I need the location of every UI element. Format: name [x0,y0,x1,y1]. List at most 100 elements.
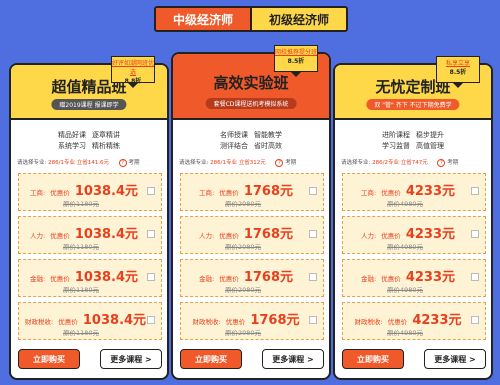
feature-item: 智能教学 [254,131,282,139]
option-prefix: 优惠价 [381,232,401,240]
option-checkbox[interactable] [309,316,317,324]
major-option-jinrong[interactable]: 金融: 优惠价 1038.4元 原价1180元 [18,259,162,297]
option-prefix: 优惠价 [50,232,70,240]
exam-period-link[interactable]: 考期 [447,160,458,166]
feature-item: 名师授课 [220,131,248,139]
major-option-renli[interactable]: 人力: 优惠价 4233元 原价4980元 [342,216,486,254]
option-original-price: 原价2080元 [225,286,262,294]
option-prefix: 优惠价 [219,232,239,240]
option-prefix: 优惠价 [50,189,70,197]
select-label: 请选择专业: [17,160,47,166]
discount-ribbon: 好评如潮网班优选 8.8折 [111,56,155,85]
tab-junior-economist[interactable]: 初级经济师 [250,8,346,30]
more-courses-button[interactable]: 更多课程 > [262,349,324,369]
option-price: 4233元 [405,270,456,285]
option-checkbox[interactable] [309,187,317,195]
option-name: 金融: [360,275,377,283]
option-prefix: 优惠价 [387,318,408,326]
tab-intermediate-economist[interactable]: 中级经济师 [156,8,250,30]
major-option-renli[interactable]: 人力: 优惠价 1038.4元 原价1180元 [18,216,162,254]
option-price: 1038.4元 [74,184,139,199]
option-checkbox[interactable] [471,316,479,324]
option-checkbox[interactable] [147,187,155,195]
major-option-jinrong[interactable]: 金融: 优惠价 4233元 原价4980元 [342,259,486,297]
select-price-summary: 286/2专业 立省747元 [372,160,428,166]
buy-now-button[interactable]: 立即购买 [180,349,242,369]
option-checkbox[interactable] [471,187,479,195]
option-original-price: 原价1180元 [63,286,100,294]
major-option-caizheng[interactable]: 财政税收: 优惠价 1038.4元 原价1180元 [18,302,162,340]
feature-list: 进阶课程 稳步提升 学习监督 高值管理 [335,130,491,152]
option-original-price: 原价4980元 [387,329,424,337]
option-price: 1768元 [243,184,294,199]
major-select-line: 请选择专业: 286/1专业 立省141.6元 ? 考期 [17,158,161,167]
option-name: 财政税收: [25,318,54,326]
more-courses-button[interactable]: 更多课程 > [100,349,162,369]
option-name: 人力: [360,232,377,240]
feature-item: 逐章精讲 [92,131,120,139]
option-name: 人力: [198,232,215,240]
option-checkbox[interactable] [471,230,479,238]
option-prefix: 优惠价 [50,275,70,283]
major-option-gongshang[interactable]: 工商: 优惠价 1038.4元 原价1180元 [18,173,162,211]
ribbon-tagline: 好评如潮网班优选 [112,60,155,76]
exam-period-link[interactable]: 考期 [128,160,139,166]
option-price: 1768元 [243,270,294,285]
option-checkbox[interactable] [147,316,155,324]
option-price: 4233元 [405,184,456,199]
feature-item: 稳步提升 [416,131,444,139]
help-icon[interactable]: ? [437,158,446,167]
option-name: 财政税收: [354,318,383,326]
package-card-premium: 超值精品班 赠2019课程 报课即学 精品好课 逐章精讲 系统学习 精析精练 请选择… [9,63,169,380]
option-original-price: 原价1180元 [63,243,100,251]
package-card-worry-free: 无忧定制班 双 "管" 齐下 不过下期免费学 进阶课程 稳步提升 学习监督 高值管理… [333,63,493,380]
select-label: 请选择专业: [341,160,371,166]
major-option-gongshang[interactable]: 工商: 优惠价 1768元 原价2080元 [180,173,324,211]
option-name: 金融: [29,275,46,283]
option-name: 工商: [29,189,46,197]
package-card-efficient: 高效实验班 套餐CD课程送机考模拟系统 名师授课 智能教学 测评结合 省时高效 请选… [171,52,331,380]
option-checkbox[interactable] [471,273,479,281]
option-checkbox[interactable] [147,273,155,281]
option-prefix: 优惠价 [225,318,246,326]
feature-list: 名师授课 智能教学 测评结合 省时高效 [173,130,329,152]
exam-period-link[interactable]: 考期 [285,160,296,166]
option-price: 1768元 [250,313,300,328]
major-option-gongshang[interactable]: 工商: 优惠价 4233元 原价4980元 [342,173,486,211]
option-original-price: 原价4980元 [387,286,424,294]
option-price: 1038.4元 [74,270,139,285]
buy-now-button[interactable]: 立即购买 [18,349,80,369]
option-original-price: 原价1180元 [63,200,100,208]
discount-ribbon: 私享立享 8.5折 [436,56,480,83]
option-original-price: 原价4980元 [387,243,424,251]
option-name: 财政税收: [192,318,221,326]
select-label: 请选择专业: [179,160,209,166]
major-option-jinrong[interactable]: 金融: 优惠价 1768元 原价2080元 [180,259,324,297]
option-original-price: 原价2080元 [225,243,262,251]
option-checkbox[interactable] [309,273,317,281]
option-checkbox[interactable] [147,230,155,238]
option-original-price: 原价2080元 [225,329,262,337]
discount-ribbon: 网校推荐提分班 8.5折 [274,45,318,72]
option-prefix: 优惠价 [219,189,239,197]
option-price: 4233元 [412,313,462,328]
option-prefix: 优惠价 [219,275,239,283]
option-checkbox[interactable] [309,230,317,238]
major-option-renli[interactable]: 人力: 优惠价 1768元 原价2080元 [180,216,324,254]
buy-now-button[interactable]: 立即购买 [342,349,404,369]
feature-item: 学习监督 [382,142,410,150]
help-icon[interactable]: ? [275,158,284,167]
major-option-caizheng[interactable]: 财政税收: 优惠价 1768元 原价2080元 [180,302,324,340]
feature-item: 测评结合 [220,142,248,150]
option-original-price: 原价1180元 [63,329,100,337]
major-select-line: 请选择专业: 286/1专业 立省312元 ? 考期 [179,158,323,167]
help-icon[interactable]: ? [118,158,127,167]
select-price-summary: 286/1专业 立省141.6元 [48,160,109,166]
feature-list: 精品好课 逐章精讲 系统学习 精析精练 [11,130,167,152]
option-prefix: 优惠价 [58,318,78,326]
feature-item: 精析精练 [92,142,120,150]
major-option-caizheng[interactable]: 财政税收: 优惠价 4233元 原价4980元 [342,302,486,340]
option-name: 工商: [360,189,377,197]
more-courses-button[interactable]: 更多课程 > [424,349,486,369]
option-prefix: 优惠价 [381,275,401,283]
